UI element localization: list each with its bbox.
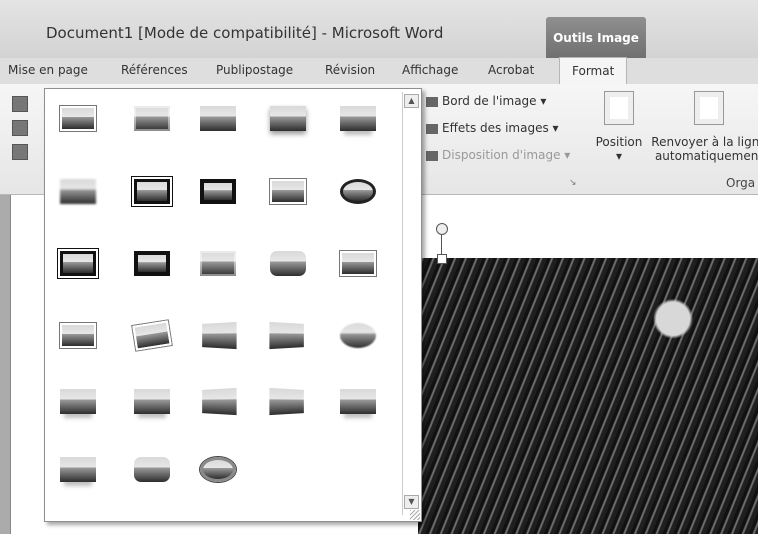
tab-mailings[interactable]: Publipostage	[216, 63, 293, 77]
tab-acrobat[interactable]: Acrobat	[488, 63, 534, 77]
picture-thumb-image	[60, 105, 96, 131]
context-tab-picture-tools: Outils Image	[546, 17, 646, 59]
picture-thumb-image	[202, 321, 237, 349]
picture-style-thumb[interactable]	[198, 319, 238, 351]
picture-effects-button[interactable]: Effets des images ▾	[426, 121, 559, 135]
rotation-handle[interactable]	[436, 223, 448, 235]
pencil-border-icon	[426, 96, 438, 107]
left-ribbon-icons	[12, 88, 32, 168]
picture-style-thumb[interactable]	[338, 385, 378, 417]
tab-view[interactable]: Affichage	[402, 63, 458, 77]
gallery-scrollbar[interactable]: ▲ ▼	[402, 92, 419, 515]
wrap-text-label-line1: Renvoyer à la ligne	[651, 135, 758, 149]
picture-thumb-image	[57, 247, 99, 279]
picture-thumb-image	[131, 175, 173, 207]
picture-style-thumb[interactable]	[268, 385, 308, 417]
resize-handle[interactable]	[437, 254, 447, 264]
picture-style-thumb[interactable]	[268, 247, 308, 279]
picture-border-label: Bord de l'image	[442, 94, 537, 108]
picture-thumb-image	[200, 105, 236, 131]
picture-style-thumb[interactable]	[268, 175, 308, 207]
scroll-down-arrow-icon[interactable]: ▼	[404, 495, 419, 509]
layout-icon	[426, 150, 438, 161]
picture-style-thumb[interactable]	[338, 319, 378, 351]
picture-thumb-image	[60, 322, 96, 348]
picture-style-thumb[interactable]	[58, 319, 98, 351]
picture-thumb-image	[340, 322, 376, 348]
arrange-group-label: Orga	[726, 176, 756, 190]
position-icon	[604, 91, 634, 125]
picture-style-thumb[interactable]	[132, 319, 172, 351]
picture-style-thumb[interactable]	[57, 247, 99, 279]
picture-layout-label: Disposition d'image	[442, 148, 561, 162]
window-title: Document1 [Mode de compatibilité] - Micr…	[46, 24, 444, 42]
picture-thumb-image	[340, 105, 376, 131]
picture-style-thumb[interactable]	[198, 102, 238, 134]
picture-style-thumb[interactable]	[58, 453, 98, 485]
tab-page-layout[interactable]: Mise en page	[8, 63, 88, 77]
wrap-text-button[interactable]: Renvoyer à la ligne automatiquement	[644, 88, 758, 163]
picture-thumb-image	[200, 456, 236, 482]
picture-style-thumb[interactable]	[338, 175, 378, 207]
picture-style-thumb[interactable]	[198, 453, 238, 485]
picture-style-thumb[interactable]	[132, 247, 172, 279]
picture-thumb-image	[340, 178, 376, 204]
picture-thumb-image	[60, 456, 96, 482]
compress-picture-icon[interactable]	[12, 96, 28, 112]
picture-thumb-image	[340, 250, 376, 276]
picture-thumb-image	[134, 388, 170, 414]
picture-styles-gallery[interactable]: ▲ ▼	[44, 88, 422, 522]
ribbon-tab-row: Mise en page Références Publipostage Rév…	[0, 57, 758, 85]
picture-thumb-image	[200, 250, 236, 276]
picture-thumb-image	[134, 105, 170, 131]
picture-style-thumb[interactable]	[132, 453, 172, 485]
title-bar: Document1 [Mode de compatibilité] - Micr…	[0, 0, 758, 59]
picture-thumb-image	[269, 387, 304, 415]
picture-style-thumb[interactable]	[131, 175, 173, 207]
picture-style-thumb[interactable]	[268, 319, 308, 351]
picture-style-thumb[interactable]	[198, 385, 238, 417]
picture-thumb-image	[60, 388, 96, 414]
picture-thumb-image	[200, 178, 236, 204]
position-button[interactable]: Position ▾	[591, 88, 647, 163]
position-dropdown-arrow-icon: ▾	[615, 149, 623, 163]
wrap-text-label-line2: automatiquement	[654, 149, 758, 163]
position-label: Position	[595, 135, 643, 149]
picture-thumb-image	[270, 250, 306, 276]
wrap-text-icon	[694, 91, 724, 125]
picture-thumb-image	[269, 321, 304, 349]
picture-style-thumb[interactable]	[58, 175, 98, 207]
picture-style-thumb[interactable]	[338, 247, 378, 279]
picture-style-thumb[interactable]	[132, 385, 172, 417]
resize-grip-icon[interactable]	[410, 510, 420, 520]
picture-style-thumb[interactable]	[338, 102, 378, 134]
picture-style-thumb[interactable]	[268, 102, 308, 134]
tab-format[interactable]: Format	[559, 57, 628, 85]
picture-thumb-image	[340, 388, 376, 414]
picture-border-button[interactable]: Bord de l'image ▾	[426, 94, 546, 108]
reset-picture-icon[interactable]	[12, 144, 28, 160]
rotation-handle-line	[441, 234, 442, 256]
effects-icon	[426, 123, 438, 134]
tab-references[interactable]: Références	[121, 63, 188, 77]
picture-thumb-image	[270, 105, 306, 131]
picture-style-thumb[interactable]	[198, 175, 238, 207]
change-picture-icon[interactable]	[12, 120, 28, 136]
picture-thumb-image	[60, 178, 96, 204]
picture-thumb-image	[202, 387, 237, 415]
picture-effects-label: Effets des images	[442, 121, 549, 135]
cat-photo[interactable]	[418, 258, 758, 534]
picture-style-thumb[interactable]	[132, 102, 172, 134]
picture-style-thumb[interactable]	[58, 102, 98, 134]
picture-thumb-image	[134, 250, 170, 276]
picture-thumb-image	[134, 456, 170, 482]
picture-thumb-image	[270, 178, 306, 204]
picture-thumb-image	[132, 319, 172, 351]
picture-layout-button[interactable]: Disposition d'image ▾	[426, 148, 570, 162]
tab-review[interactable]: Révision	[325, 63, 375, 77]
picture-style-thumb[interactable]	[58, 385, 98, 417]
picture-style-thumb[interactable]	[198, 247, 238, 279]
dialog-launcher-icon[interactable]: ↘	[569, 178, 577, 188]
scroll-up-arrow-icon[interactable]: ▲	[404, 94, 419, 108]
